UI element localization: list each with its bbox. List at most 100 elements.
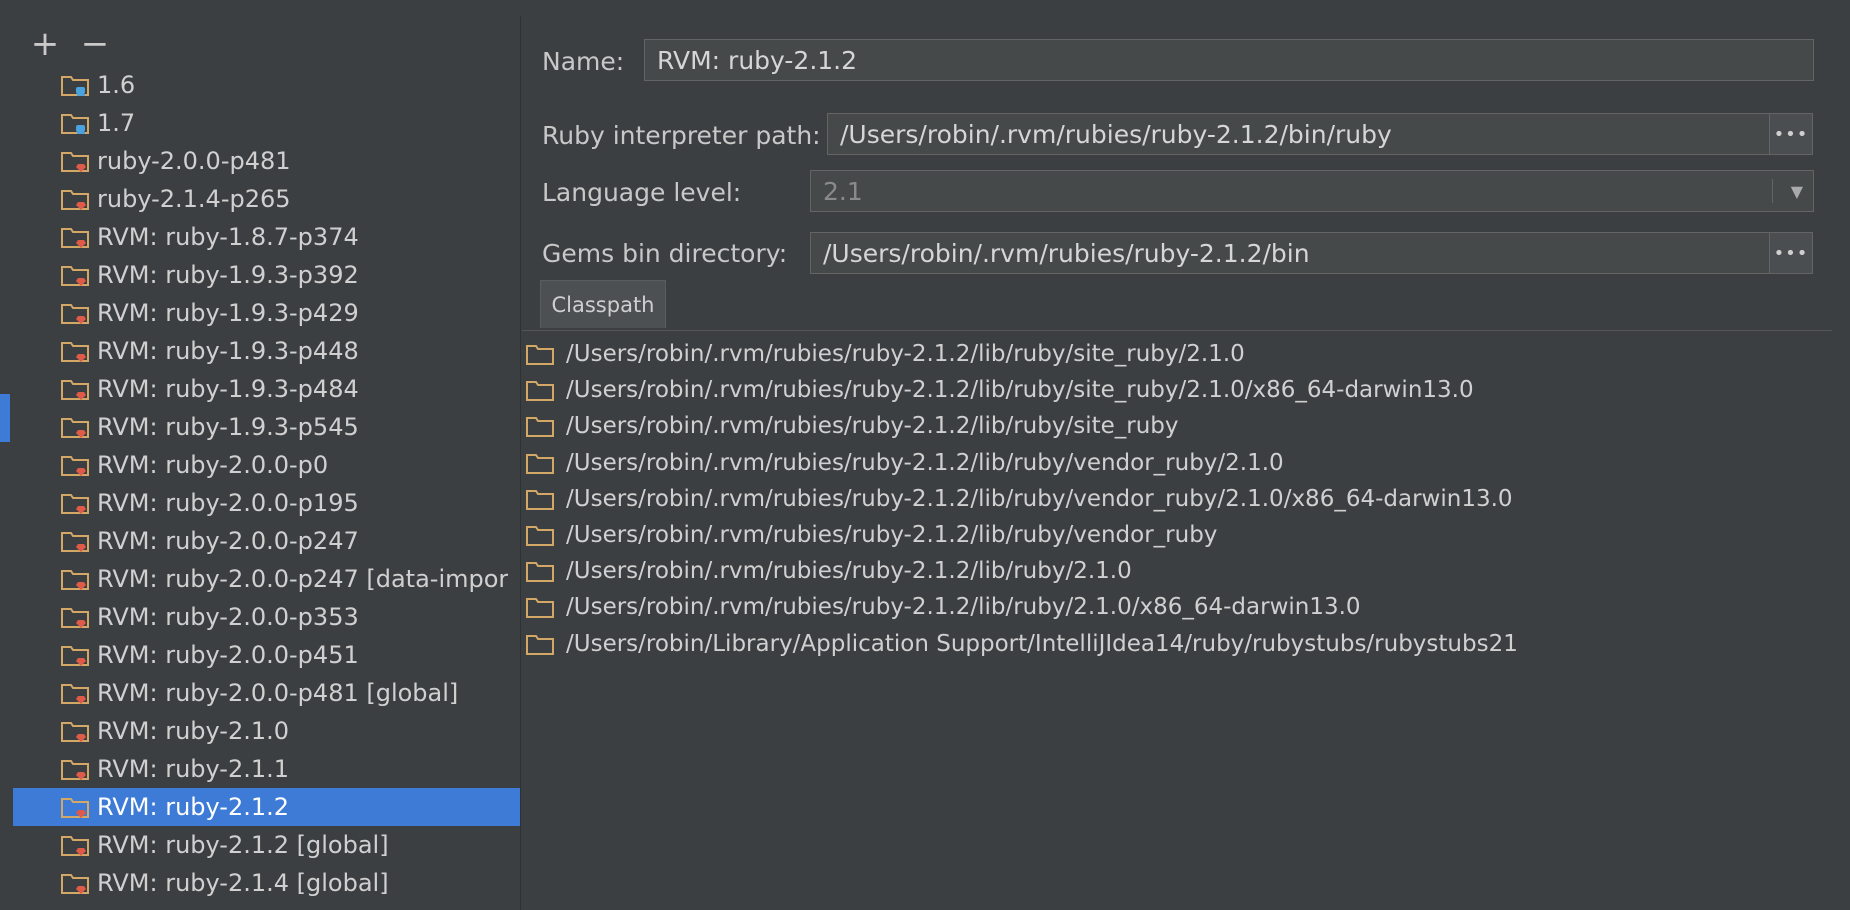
- sdk-item-label: RVM: ruby-2.0.0-p481 [global]: [97, 679, 459, 707]
- sdk-item[interactable]: RVM: ruby-1.9.3-p448: [13, 332, 520, 370]
- sdk-item[interactable]: RVM: ruby-2.1.2 [global]: [13, 826, 520, 864]
- classpath-item[interactable]: /Users/robin/.rvm/rubies/ruby-2.1.2/lib/…: [522, 408, 1850, 444]
- classpath-item-label: /Users/robin/.rvm/rubies/ruby-2.1.2/lib/…: [566, 522, 1218, 549]
- classpath-item[interactable]: /Users/robin/.rvm/rubies/ruby-2.1.2/lib/…: [522, 517, 1850, 553]
- sdk-toolbar: + −: [27, 24, 127, 64]
- sdk-item[interactable]: RVM: ruby-2.0.0-p481 [global]: [13, 674, 520, 712]
- ruby-sdk-folder-icon: [61, 264, 91, 286]
- sdk-item[interactable]: 1.7: [13, 104, 520, 142]
- ruby-sdk-folder-icon: [61, 340, 91, 362]
- selection-marker: [0, 394, 10, 442]
- sdk-item-label: RVM: ruby-2.1.4 [global]: [97, 869, 389, 897]
- interpreter-path-label: Ruby interpreter path:: [542, 120, 821, 150]
- sdk-item[interactable]: RVM: ruby-2.1.4 [global]: [13, 864, 520, 902]
- sdk-item[interactable]: ruby-2.0.0-p481: [13, 142, 520, 180]
- ruby-sdk-folder-icon: [61, 644, 91, 666]
- sdk-item[interactable]: RVM: ruby-2.1.2: [13, 788, 520, 826]
- sdk-item[interactable]: RVM: ruby-2.0.0-p247 [data-impor: [13, 560, 520, 598]
- sdk-item-label: ruby-2.1.4-p265: [97, 185, 291, 213]
- tab-bar: Classpath: [522, 280, 1832, 331]
- language-level-select[interactable]: 2.1 ▼: [810, 170, 1814, 212]
- name-field[interactable]: RVM: ruby-2.1.2: [644, 39, 1814, 81]
- sdk-item-label: RVM: ruby-2.1.0: [97, 717, 290, 745]
- folder-icon: [526, 596, 556, 619]
- sdk-item-label: RVM: ruby-2.0.0-p195: [97, 489, 359, 517]
- folder-icon: [526, 488, 556, 510]
- sdk-item-label: 1.6: [97, 71, 136, 99]
- sdk-item-label: RVM: ruby-2.0.0-p247 [data-impor: [97, 565, 509, 593]
- classpath-item-label: /Users/robin/.rvm/rubies/ruby-2.1.2/lib/…: [566, 449, 1284, 476]
- classpath-item[interactable]: /Users/robin/.rvm/rubies/ruby-2.1.2/lib/…: [522, 372, 1850, 408]
- ruby-sdk-folder-icon: [61, 302, 91, 324]
- gems-bin-label: Gems bin directory:: [542, 238, 788, 268]
- folder-icon: [526, 524, 556, 547]
- ruby-sdk-folder-icon: [61, 720, 91, 742]
- add-sdk-button[interactable]: +: [27, 26, 63, 62]
- ruby-sdk-folder-icon: [61, 568, 91, 590]
- sdk-item[interactable]: RVM: ruby-1.9.3-p545: [13, 408, 520, 446]
- classpath-item-label: /Users/robin/.rvm/rubies/ruby-2.1.2/lib/…: [566, 413, 1179, 440]
- java-sdk-folder-icon: [61, 74, 91, 96]
- folder-icon: [526, 415, 556, 438]
- browse-gems-button[interactable]: •••: [1769, 232, 1813, 274]
- classpath-item-label: /Users/robin/.rvm/rubies/ruby-2.1.2/lib/…: [566, 377, 1474, 404]
- sdk-item-label: RVM: ruby-1.9.3-p448: [97, 337, 359, 365]
- classpath-item[interactable]: /Users/robin/.rvm/rubies/ruby-2.1.2/lib/…: [522, 445, 1850, 481]
- sdk-item[interactable]: RVM: ruby-2.1.0: [13, 712, 520, 750]
- sdk-item[interactable]: RVM: ruby-1.9.3-p429: [13, 294, 520, 332]
- sdk-sidebar: + − 1.6 1.7 ruby-2.0.0-p481 ruby-2.1.4-p265…: [13, 16, 521, 910]
- classpath-item-label: /Users/robin/.rvm/rubies/ruby-2.1.2/lib/…: [566, 341, 1245, 368]
- ruby-sdk-folder-icon: [61, 796, 91, 818]
- classpath-item-label: /Users/robin/.rvm/rubies/ruby-2.1.2/lib/…: [566, 558, 1132, 585]
- ruby-sdk-folder-icon: [61, 188, 91, 210]
- language-level-value: 2.1: [823, 176, 863, 206]
- sdk-item-label: ruby-2.0.0-p481: [97, 147, 291, 175]
- classpath-item-label: /Users/robin/Library/Application Support…: [566, 630, 1518, 657]
- sdk-item-label: RVM: ruby-2.0.0-p353: [97, 603, 359, 631]
- classpath-item[interactable]: /Users/robin/.rvm/rubies/ruby-2.1.2/lib/…: [522, 336, 1850, 372]
- folder-icon: [526, 560, 556, 583]
- ruby-sdk-folder-icon: [61, 454, 91, 476]
- classpath-list: /Users/robin/.rvm/rubies/ruby-2.1.2/lib/…: [522, 336, 1850, 662]
- sdk-item[interactable]: RVM: ruby-2.0.0-p451: [13, 636, 520, 674]
- ruby-sdk-folder-icon: [61, 758, 91, 780]
- dropdown-arrow-icon: ▼: [1772, 179, 1803, 203]
- sdk-item[interactable]: RVM: ruby-2.0.0-p247: [13, 522, 520, 560]
- sdk-item-label: RVM: ruby-1.9.3-p392: [97, 261, 359, 289]
- classpath-item[interactable]: /Users/robin/Library/Application Support…: [522, 626, 1850, 662]
- sdk-item-label: RVM: ruby-2.0.0-p0: [97, 451, 329, 479]
- sdk-list: 1.6 1.7 ruby-2.0.0-p481 ruby-2.1.4-p265 RVM:…: [13, 66, 520, 902]
- folder-icon: [526, 343, 556, 366]
- folder-icon: [526, 452, 556, 474]
- sdk-item[interactable]: RVM: ruby-2.0.0-p353: [13, 598, 520, 636]
- sdk-item[interactable]: 1.6: [13, 66, 520, 104]
- sdk-item[interactable]: RVM: ruby-2.1.1: [13, 750, 520, 788]
- sdk-item-label: RVM: ruby-1.9.3-p545: [97, 413, 359, 441]
- classpath-item[interactable]: /Users/robin/.rvm/rubies/ruby-2.1.2/lib/…: [522, 481, 1850, 517]
- sdk-item-label: 1.7: [97, 109, 136, 137]
- left-gutter: [0, 0, 13, 910]
- sdk-item[interactable]: RVM: ruby-1.9.3-p392: [13, 256, 520, 294]
- sdk-item[interactable]: ruby-2.1.4-p265: [13, 180, 520, 218]
- sdk-item[interactable]: RVM: ruby-2.0.0-p0: [13, 446, 520, 484]
- remove-sdk-button[interactable]: −: [77, 26, 113, 62]
- classpath-item-label: /Users/robin/.rvm/rubies/ruby-2.1.2/lib/…: [566, 485, 1513, 512]
- sdk-item[interactable]: RVM: ruby-1.9.3-p484: [13, 370, 520, 408]
- classpath-item[interactable]: /Users/robin/.rvm/rubies/ruby-2.1.2/lib/…: [522, 553, 1850, 589]
- gems-bin-field[interactable]: /Users/robin/.rvm/rubies/ruby-2.1.2/bin: [810, 232, 1787, 274]
- sdk-item-label: RVM: ruby-1.8.7-p374: [97, 223, 359, 251]
- tab-classpath[interactable]: Classpath: [540, 280, 666, 328]
- classpath-item[interactable]: /Users/robin/.rvm/rubies/ruby-2.1.2/lib/…: [522, 589, 1850, 625]
- sdk-item-label: RVM: ruby-2.0.0-p247: [97, 527, 359, 555]
- folder-icon: [526, 633, 556, 655]
- browse-interpreter-button[interactable]: •••: [1769, 113, 1813, 155]
- sdk-item-label: RVM: ruby-2.1.2 [global]: [97, 831, 389, 859]
- interpreter-path-field[interactable]: /Users/robin/.rvm/rubies/ruby-2.1.2/bin/…: [827, 113, 1787, 155]
- ruby-sdk-folder-icon: [61, 682, 91, 704]
- ruby-sdk-folder-icon: [61, 378, 91, 400]
- name-label: Name:: [542, 46, 625, 76]
- sdk-item[interactable]: RVM: ruby-2.0.0-p195: [13, 484, 520, 522]
- ruby-sdk-folder-icon: [61, 834, 91, 856]
- ruby-sdk-folder-icon: [61, 492, 91, 514]
- sdk-item[interactable]: RVM: ruby-1.8.7-p374: [13, 218, 520, 256]
